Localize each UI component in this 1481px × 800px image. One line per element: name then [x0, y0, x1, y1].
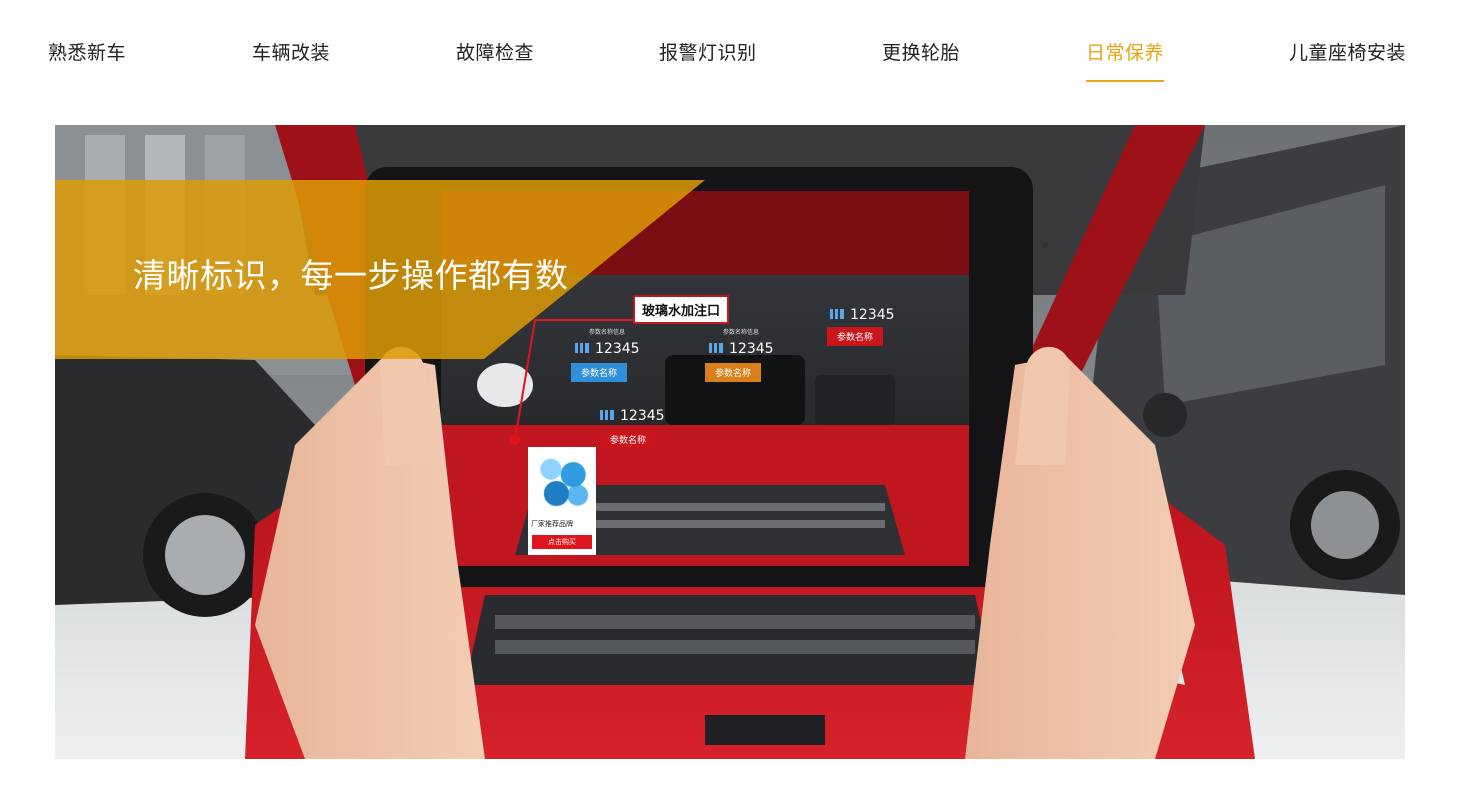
buy-button[interactable]: 点击购买 [532, 535, 592, 549]
bar-chart-icon [830, 309, 844, 319]
ar-stat-value: 参数名称信息 12345 [709, 329, 774, 357]
tab-child-seat[interactable]: 儿童座椅安装 [1289, 38, 1406, 82]
tab-warning-light[interactable]: 报警灯识别 [659, 38, 757, 82]
tab-familiar-new-car[interactable]: 熟悉新车 [48, 38, 126, 82]
ar-stat-value: 12345 [600, 408, 665, 424]
hero-image: 清晰标识，每一步操作都有数 玻璃水加注口 参数名称信息 12345 参数名称 参… [55, 125, 1405, 759]
ar-stat-value: 参数名称信息 12345 [575, 329, 640, 357]
tab-vehicle-modification[interactable]: 车辆改装 [252, 38, 330, 82]
bar-chart-icon [600, 410, 614, 420]
ar-parameter-tag: 参数名称 [571, 363, 628, 382]
recommended-product-card[interactable]: 厂家推荐品牌 点击购买 [528, 447, 596, 555]
hero-headline: 清晰标识，每一步操作都有数 [133, 256, 569, 295]
ar-stat-mini-label: 参数名称信息 [589, 329, 626, 336]
ar-parameter-tag: 参数名称 [705, 363, 762, 382]
ar-stat-mini-label: 参数名称信息 [723, 329, 760, 336]
ar-stat-number: 12345 [850, 307, 895, 323]
ar-callout-label: 玻璃水加注口 [633, 295, 730, 324]
ar-stat-number: 12345 [595, 341, 640, 357]
ar-parameter-tag: 参数名称 [827, 327, 884, 346]
bar-chart-icon [575, 343, 589, 353]
tab-fault-check[interactable]: 故障检查 [456, 38, 534, 82]
feature-tab-bar: 熟悉新车 车辆改装 故障检查 报警灯识别 更换轮胎 日常保养 儿童座椅安装 [0, 0, 1481, 100]
ar-stat-number: 12345 [729, 341, 774, 357]
ar-stat-number: 12345 [620, 408, 665, 424]
washer-fluid-product-image [534, 453, 590, 507]
ar-parameter-tag: 参数名称 [600, 430, 657, 449]
ar-stat-value: 12345 [830, 307, 895, 323]
tab-change-tire[interactable]: 更换轮胎 [882, 38, 960, 82]
tab-daily-maintenance[interactable]: 日常保养 [1086, 38, 1165, 82]
product-brand-label: 厂家推荐品牌 [531, 520, 573, 528]
bar-chart-icon [709, 343, 723, 353]
